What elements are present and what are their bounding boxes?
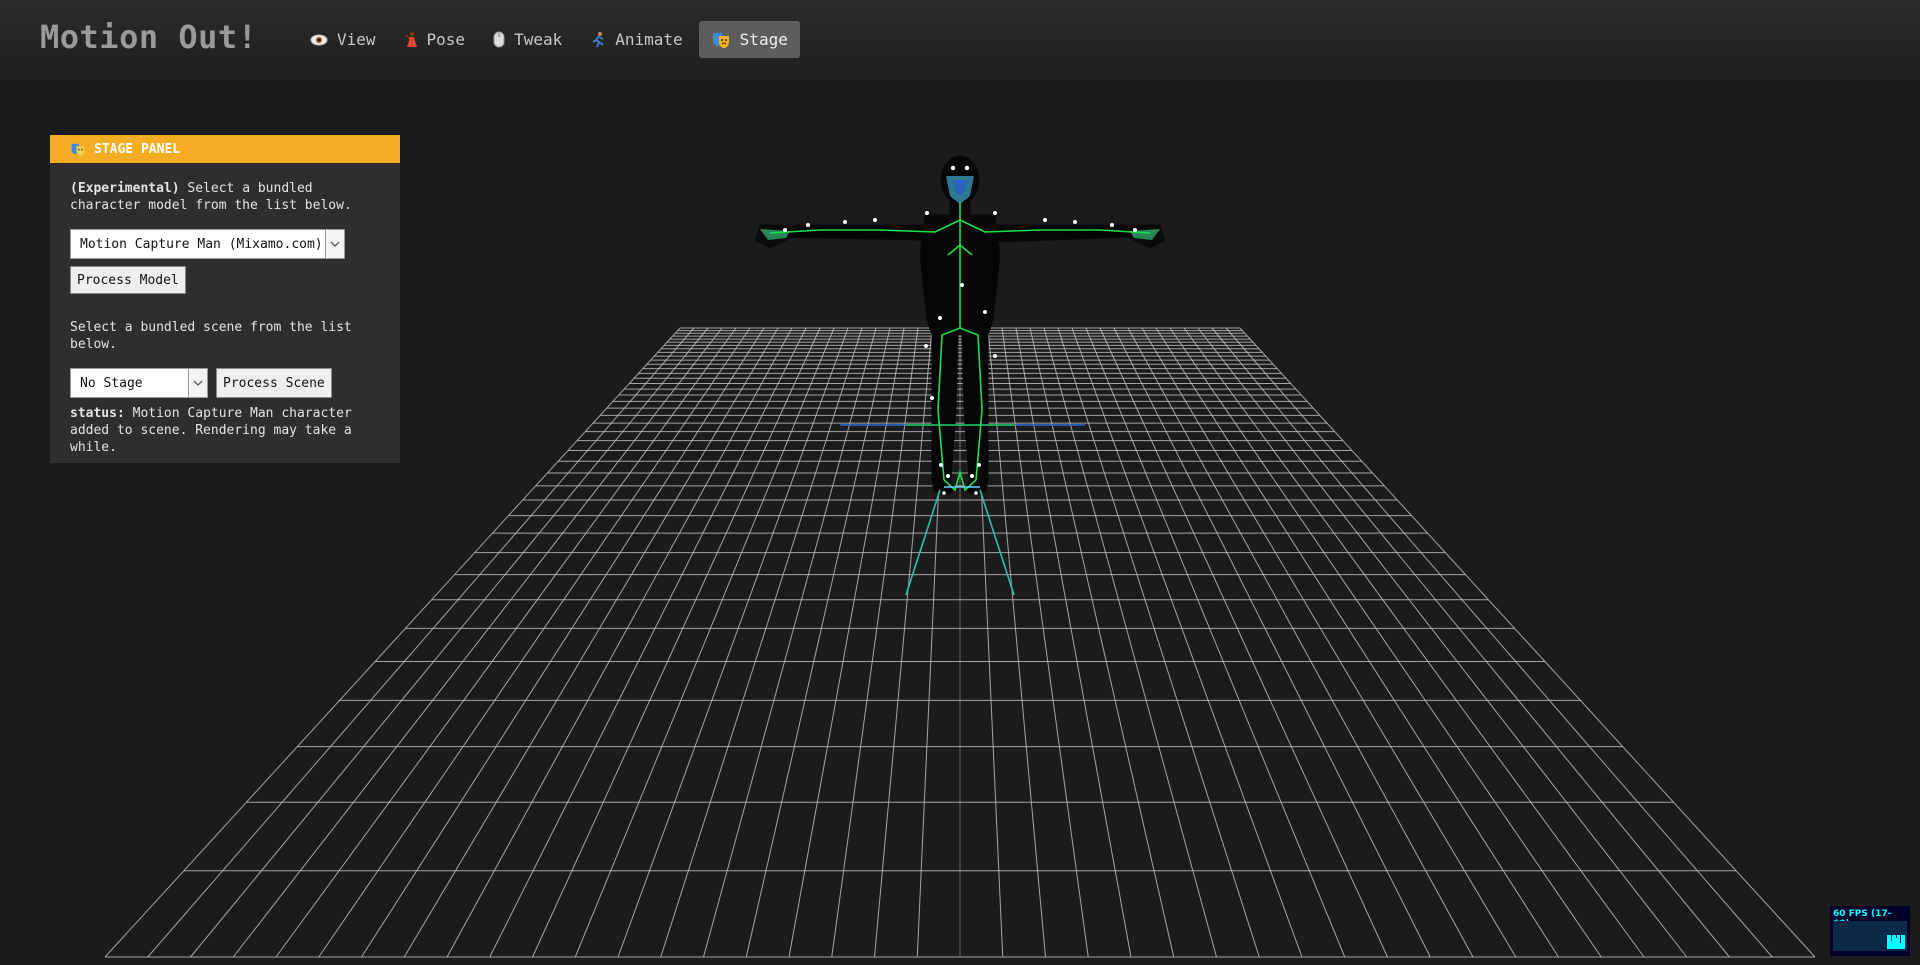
nav-view-button[interactable]: View	[298, 21, 388, 58]
grid-line	[1239, 327, 1816, 958]
stage-panel-header: STAGE PANEL	[50, 135, 400, 163]
grid-line	[1085, 327, 1346, 958]
app-title: Motion Out!	[40, 18, 258, 56]
stage-panel-body: (Experimental) Select a bundled characte…	[50, 163, 400, 456]
grid-line	[987, 327, 1046, 958]
nav-pose-button[interactable]: Pose	[392, 21, 478, 58]
top-bar: Motion Out! View Pose Tweak Animate Stag…	[0, 0, 1920, 80]
grid-line	[1057, 327, 1260, 958]
grid-line	[1183, 327, 1645, 958]
grid-line	[1211, 327, 1730, 958]
grid-line	[574, 327, 835, 958]
nav-tweak-label: Tweak	[514, 30, 563, 49]
grid-line	[617, 327, 849, 958]
model-select-row: Motion Capture Man (Mixamo.com)	[70, 229, 380, 259]
grid-line	[1197, 327, 1688, 958]
process-scene-button[interactable]: Process Scene	[216, 368, 332, 398]
nav-stage-button[interactable]: Stage	[698, 21, 800, 58]
scene-select-value: No Stage	[80, 375, 143, 391]
chevron-down-icon[interactable]	[325, 230, 344, 258]
grid-line	[1001, 327, 1089, 958]
grid-line	[361, 327, 765, 958]
mouse-icon	[493, 31, 505, 48]
status-label: status:	[70, 406, 125, 421]
nav-animate-label: Animate	[615, 30, 683, 49]
nav-pose-label: Pose	[426, 30, 466, 49]
grid-line	[1127, 327, 1474, 958]
grid-line	[788, 327, 905, 958]
grid-line	[1113, 327, 1431, 958]
stage-panel-title: STAGE PANEL	[94, 141, 181, 157]
theater-masks-icon	[712, 32, 729, 48]
grid-line	[1225, 327, 1773, 958]
model-select[interactable]: Motion Capture Man (Mixamo.com)	[70, 229, 345, 259]
nav-stage-label: Stage	[739, 30, 788, 49]
nav-view-label: View	[337, 30, 376, 49]
stage-panel: STAGE PANEL (Experimental) Select a bund…	[50, 135, 400, 463]
grid-line	[532, 327, 821, 958]
eye-icon	[310, 34, 328, 45]
grid-line	[1099, 327, 1388, 958]
grid-line	[446, 327, 793, 958]
scene-select-row: No Stage Process Scene	[70, 368, 380, 398]
grid-line	[1071, 327, 1303, 958]
dancer-icon	[405, 31, 417, 47]
grid-line	[1015, 327, 1132, 958]
app-root: Motion Out! View Pose Tweak Animate Stag…	[0, 0, 1920, 965]
grid-line	[403, 327, 779, 958]
experimental-label: (Experimental)	[70, 181, 180, 196]
chevron-down-icon[interactable]	[188, 369, 207, 397]
fps-graph	[1833, 921, 1907, 951]
grid-line	[1169, 327, 1602, 958]
nav-animate-button[interactable]: Animate	[578, 21, 694, 58]
running-icon	[592, 32, 604, 48]
grid-line	[874, 327, 933, 958]
fps-meter[interactable]: 60 FPS (17-60)	[1830, 906, 1910, 956]
process-model-row: Process Model	[70, 266, 380, 294]
grid-line	[1141, 327, 1517, 958]
grid-line	[1155, 327, 1559, 958]
model-select-value: Motion Capture Man (Mixamo.com)	[80, 236, 323, 252]
grid-line	[703, 327, 877, 958]
grid-line	[831, 327, 919, 958]
main-nav: View Pose Tweak Animate Stage	[298, 21, 800, 58]
status-message: status: Motion Capture Man character add…	[70, 405, 380, 456]
model-intro-text: (Experimental) Select a bundled characte…	[70, 180, 380, 214]
grid-line	[1043, 327, 1217, 958]
process-model-button[interactable]: Process Model	[70, 266, 186, 294]
scene-intro-text: Select a bundled scene from the list bel…	[70, 320, 352, 352]
scene-select[interactable]: No Stage	[70, 368, 208, 398]
fps-bars	[1887, 935, 1905, 949]
grid-line	[489, 327, 807, 958]
grid-line	[745, 327, 891, 958]
grid-line	[1029, 327, 1175, 958]
grid-line	[660, 327, 863, 958]
theater-masks-icon	[71, 143, 85, 156]
nav-tweak-button[interactable]: Tweak	[481, 21, 574, 58]
